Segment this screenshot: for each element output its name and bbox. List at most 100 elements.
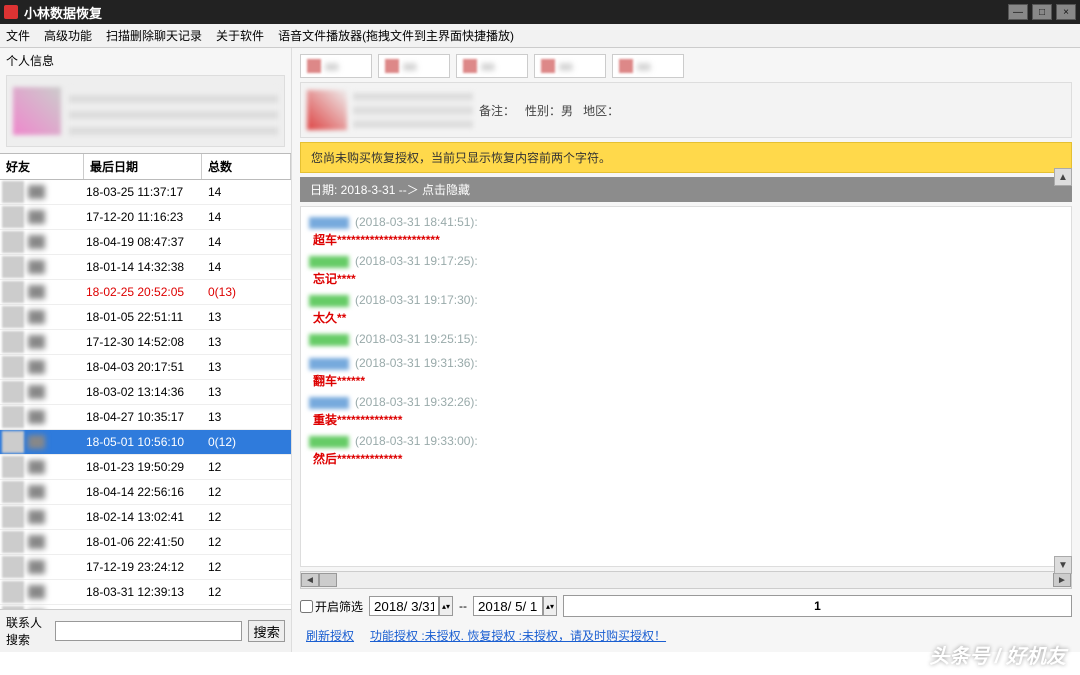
row-avatar (2, 331, 24, 353)
date-header[interactable]: 日期: 2018-3-31 --＞ 点击隐藏 (300, 177, 1072, 202)
row-count: 12 (202, 485, 291, 499)
tab-3[interactable]: aa (456, 54, 528, 78)
table-row[interactable]: ██18-01-06 22:41:5012 (0, 530, 291, 555)
table-row[interactable]: ██18-02-25 20:52:050(13) (0, 280, 291, 305)
table-row[interactable]: ██17-12-19 23:24:1212 (0, 555, 291, 580)
row-date: 18-01-14 14:32:38 (84, 260, 202, 274)
filter-checkbox[interactable]: 开启筛选 (300, 598, 363, 615)
app-title: 小林数据恢复 (24, 3, 1004, 22)
table-row[interactable]: ██18-01-05 22:51:1113 (0, 305, 291, 330)
col-friend[interactable]: 好友 (0, 154, 84, 179)
row-date: 18-05-01 10:56:10 (84, 435, 202, 449)
msg-body: 然后************** (313, 450, 1063, 467)
row-avatar (2, 431, 24, 453)
table-row[interactable]: ██18-04-14 22:56:1612 (0, 480, 291, 505)
search-label: 联系人搜索 (6, 614, 49, 648)
tab-label: aa (481, 59, 521, 73)
left-panel: 个人信息 好友 最后日期 总数 ██18-03-25 11:37:1714██1… (0, 48, 292, 652)
row-name: ██ (28, 535, 84, 549)
auth-status-link[interactable]: 功能授权 :未授权. 恢复授权 :未授权，请及时购买授权！ (370, 627, 666, 644)
search-input[interactable] (55, 621, 242, 641)
tab-icon (463, 59, 477, 73)
profile-blur (69, 87, 278, 135)
chat-log[interactable]: (2018-03-31 18:41:51): 超车****************… (300, 206, 1072, 567)
row-date: 17-12-30 14:52:08 (84, 335, 202, 349)
msg-timestamp: (2018-03-31 19:17:30): (355, 293, 478, 307)
page-number[interactable]: 1 (563, 595, 1072, 617)
row-name: ██ (28, 510, 84, 524)
row-avatar (2, 206, 24, 228)
menu-scan-deleted[interactable]: 扫描删除聊天记录 (106, 27, 202, 44)
row-name: ██ (28, 285, 84, 299)
menu-file[interactable]: 文件 (6, 27, 30, 44)
table-row[interactable]: ██18-04-03 20:17:5113 (0, 355, 291, 380)
row-count: 12 (202, 585, 291, 599)
table-row[interactable]: ██18-01-23 19:50:2912 (0, 455, 291, 480)
table-header: 好友 最后日期 总数 (0, 153, 291, 180)
friend-list[interactable]: ██18-03-25 11:37:1714██17-12-20 11:16:23… (0, 180, 291, 609)
col-date[interactable]: 最后日期 (84, 154, 202, 179)
license-warning: 您尚未购买恢复授权，当前只显示恢复内容前两个字符。 (300, 142, 1072, 173)
search-button[interactable]: 搜索 (248, 620, 285, 642)
tab-icon (385, 59, 399, 73)
msg-body: 超车********************** (313, 231, 1063, 248)
vscroll-up-icon[interactable]: ▲ (1054, 168, 1072, 186)
refresh-auth-link[interactable]: 刷新授权 (306, 627, 354, 644)
col-count[interactable]: 总数 (202, 154, 291, 179)
tabs: aa aa aa aa aa (300, 54, 1072, 78)
row-count: 12 (202, 510, 291, 524)
scroll-left-icon[interactable]: ◄ (301, 573, 319, 587)
chat-message: (2018-03-31 18:41:51): 超车****************… (309, 215, 1063, 248)
row-date: 18-02-14 13:02:41 (84, 510, 202, 524)
date-from-input[interactable] (369, 596, 439, 616)
date-sep: -- (459, 599, 467, 613)
profile-label: 个人信息 (0, 48, 291, 73)
row-name: ██ (28, 310, 84, 324)
msg-timestamp: (2018-03-31 18:41:51): (355, 215, 478, 229)
chat-message: (2018-03-31 19:17:30): 太久** (309, 293, 1063, 326)
table-row[interactable]: ██18-03-02 13:14:3613 (0, 380, 291, 405)
menu-audio-player[interactable]: 语音文件播放器(拖拽文件到主界面快捷播放) (278, 27, 514, 44)
table-row[interactable]: ██18-04-19 08:47:3714 (0, 230, 291, 255)
row-avatar (2, 231, 24, 253)
minimize-button[interactable]: — (1008, 4, 1028, 20)
table-row[interactable]: ██18-01-14 14:32:3814 (0, 255, 291, 280)
menu-advanced[interactable]: 高级功能 (44, 27, 92, 44)
tab-4[interactable]: aa (534, 54, 606, 78)
vscroll-down-icon[interactable]: ▼ (1054, 556, 1072, 574)
row-avatar (2, 256, 24, 278)
close-button[interactable]: × (1056, 4, 1076, 20)
row-count: 14 (202, 260, 291, 274)
row-name: ██ (28, 210, 84, 224)
tab-5[interactable]: aa (612, 54, 684, 78)
table-row[interactable]: ██18-03-25 11:37:1714 (0, 180, 291, 205)
menu-about[interactable]: 关于软件 (216, 27, 264, 44)
app-logo (4, 5, 18, 19)
table-row[interactable]: ██18-04-27 10:35:1713 (0, 405, 291, 430)
row-count: 14 (202, 185, 291, 199)
table-row[interactable]: ██18-05-01 10:56:100(12) (0, 430, 291, 455)
chat-message: (2018-03-31 19:17:25):忘记**** (309, 254, 1063, 287)
date-from-spin[interactable]: ▴▾ (439, 596, 453, 616)
table-row[interactable]: ██18-03-31 12:39:1312 (0, 580, 291, 605)
right-panel: aa aa aa aa aa 备注： 性别：男 地区： 您尚未购买恢复授权，当前… (292, 48, 1080, 652)
table-row[interactable]: ██17-12-30 14:52:0813 (0, 330, 291, 355)
contact-avatar (307, 90, 347, 130)
msg-body: 太久** (313, 309, 1063, 326)
date-to-input[interactable] (473, 596, 543, 616)
row-avatar (2, 606, 24, 609)
table-row[interactable]: ██18-02-14 13:02:4112 (0, 505, 291, 530)
scroll-right-icon[interactable]: ► (1053, 573, 1071, 587)
contact-blur (353, 92, 473, 128)
scroll-thumb[interactable] (319, 573, 337, 587)
row-count: 14 (202, 210, 291, 224)
row-date: 18-03-31 12:39:13 (84, 585, 202, 599)
table-row[interactable]: ██17-12-20 11:16:2314 (0, 205, 291, 230)
h-scrollbar[interactable]: ◄ ► (300, 571, 1072, 589)
tab-1[interactable]: aa (300, 54, 372, 78)
tab-2[interactable]: aa (378, 54, 450, 78)
maximize-button[interactable]: □ (1032, 4, 1052, 20)
filter-check-input[interactable] (300, 600, 313, 613)
row-count: 0(13) (202, 285, 291, 299)
date-to-spin[interactable]: ▴▾ (543, 596, 557, 616)
